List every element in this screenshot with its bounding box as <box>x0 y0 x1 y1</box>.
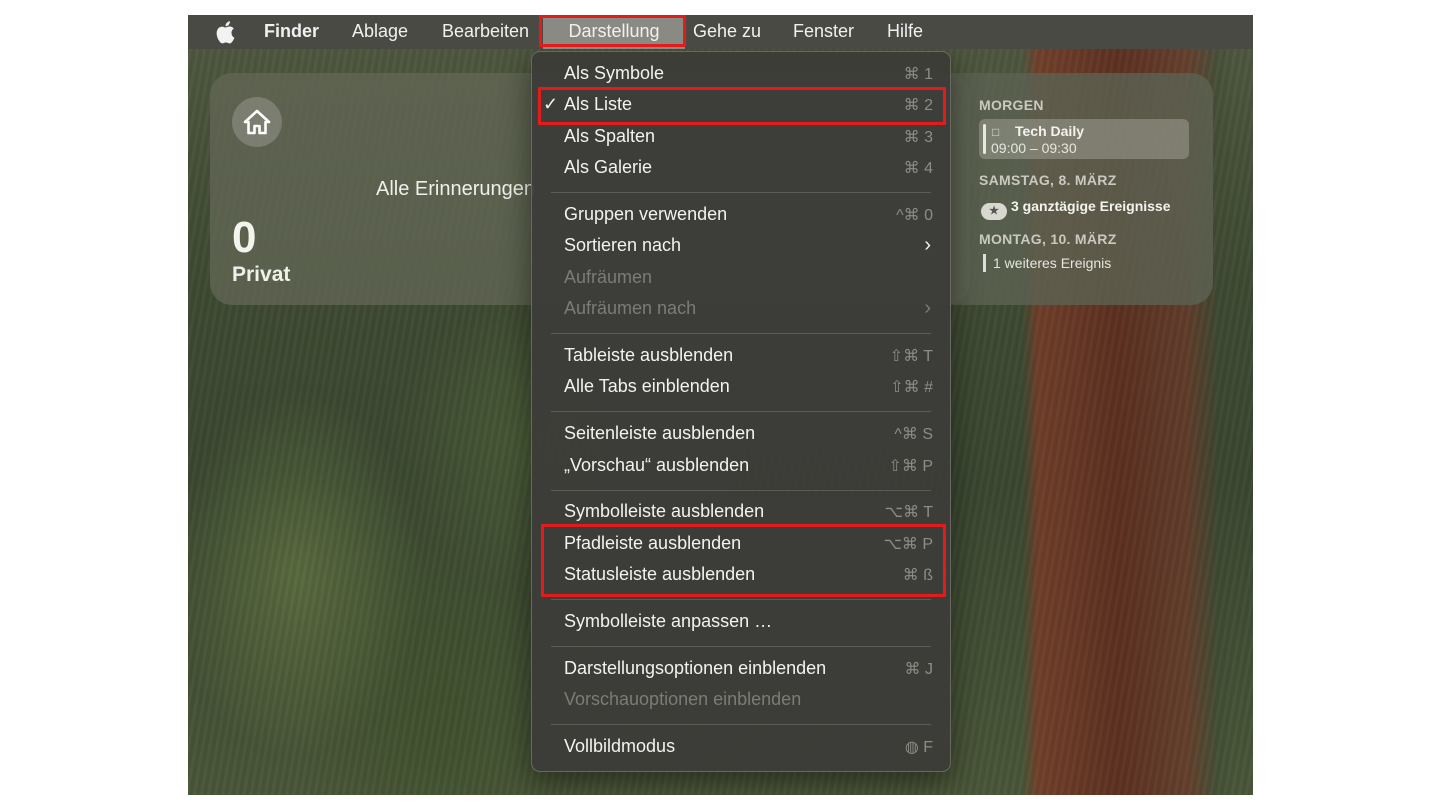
menu-item-label: Alle Tabs einblenden <box>564 376 730 396</box>
menu-item-tableiste-ausblenden[interactable]: Tableiste ausblenden ⇧⌘ T <box>532 342 950 373</box>
menu-separator <box>551 333 931 334</box>
menu-hilfe[interactable]: Hilfe <box>887 15 923 49</box>
home-icon <box>232 97 282 147</box>
menu-item-symbolleiste-anpassen[interactable]: Symbolleiste anpassen … <box>532 608 950 639</box>
menu-item-label: Vollbildmodus <box>564 736 676 756</box>
darstellung-highlight-box <box>539 15 686 47</box>
menu-item-label: Gruppen verwenden <box>564 204 728 224</box>
menu-item-alle-tabs-einblenden[interactable]: Alle Tabs einblenden ⇧⌘ # <box>532 373 950 404</box>
event-title: Tech Daily <box>1015 123 1084 139</box>
pfad-status-highlight-box <box>541 524 946 597</box>
menu-item-darstellungsoptionen-einblenden[interactable]: Darstellungsoptionen einblenden ⌘ J <box>532 655 950 686</box>
menu-item-shortcut: ^⌘ S <box>894 426 933 443</box>
menu-item-aufraeumen-nach: Aufräumen nach › <box>532 295 950 326</box>
menu-item-label: Seitenleiste ausblenden <box>564 423 756 443</box>
menu-item-shortcut: ⌥⌘ T <box>884 504 933 521</box>
menu-bar: Finder Ablage Bearbeiten Darstellung Geh… <box>188 15 1253 49</box>
chevron-right-icon: › <box>924 297 931 319</box>
event-color-bar <box>983 124 986 154</box>
menu-finder[interactable]: Finder <box>264 15 319 49</box>
menu-item-label: Sortieren nach <box>564 235 682 255</box>
als-liste-highlight-box <box>538 87 946 125</box>
menu-item-label: „Vorschau“ ausblenden <box>564 455 750 475</box>
allday-events[interactable]: ★ 3 ganztägige Ereignisse <box>981 198 1171 220</box>
menu-item-seitenleiste-ausblenden[interactable]: Seitenleiste ausblenden ^⌘ S <box>532 420 950 451</box>
allday-events-label: 3 ganztägige Ereignisse <box>1011 198 1171 214</box>
apple-menu-icon[interactable] <box>215 15 237 49</box>
menu-item-shortcut: ⇧⌘ # <box>890 379 933 396</box>
calendar-event[interactable]: □ Tech Daily 09:00 – 09:30 <box>979 119 1189 159</box>
menu-item-label: Aufräumen nach <box>564 298 697 318</box>
menu-separator <box>551 724 931 725</box>
menu-item-vollbildmodus[interactable]: Vollbildmodus ◍ F <box>532 733 950 764</box>
menu-separator <box>551 192 931 193</box>
calendar-day-tomorrow: MORGEN <box>979 97 1044 113</box>
menu-fenster[interactable]: Fenster <box>793 15 854 49</box>
calendar-day-monday: MONTAG, 10. MÄRZ <box>979 231 1117 247</box>
menu-item-shortcut: ⌘ 3 <box>903 129 933 146</box>
menu-item-label: Vorschauoptionen einblenden <box>564 689 802 709</box>
menu-item-shortcut: ⌘ 4 <box>903 160 933 177</box>
menu-bearbeiten[interactable]: Bearbeiten <box>442 15 529 49</box>
menu-item-shortcut: ⌘ J <box>904 661 933 678</box>
menu-ablage[interactable]: Ablage <box>352 15 408 49</box>
menu-item-shortcut: ⇧⌘ P <box>888 458 933 475</box>
menu-item-shortcut: ^⌘ 0 <box>896 207 933 224</box>
menu-separator <box>551 411 931 412</box>
desktop: Finder Ablage Bearbeiten Darstellung Geh… <box>188 15 1253 795</box>
menu-item-label: Aufräumen <box>564 267 653 287</box>
menu-item-label: Tableiste ausblenden <box>564 345 734 365</box>
menu-item-shortcut: ◍ F <box>904 739 933 756</box>
menu-item-label: Darstellungsoptionen einblenden <box>564 658 827 678</box>
menu-item-label: Symbolleiste anpassen … <box>564 611 773 631</box>
reminders-count: 0 <box>232 213 257 262</box>
menu-item-vorschau-ausblenden[interactable]: „Vorschau“ ausblenden ⇧⌘ P <box>532 452 950 483</box>
more-events[interactable]: 1 weiteres Ereignis <box>983 254 1111 272</box>
menu-item-vorschauoptionen-einblenden: Vorschauoptionen einblenden <box>532 686 950 717</box>
menu-item-aufraeumen: Aufräumen <box>532 264 950 295</box>
reminders-all-label: Alle Erinnerungen <box>376 178 535 200</box>
menu-gehe-zu[interactable]: Gehe zu <box>693 15 761 49</box>
menu-item-label: Als Symbole <box>564 63 665 83</box>
menu-item-als-spalten[interactable]: Als Spalten ⌘ 3 <box>532 123 950 154</box>
menu-item-sortieren-nach[interactable]: Sortieren nach › <box>532 232 950 263</box>
calendar-day-saturday: SAMSTAG, 8. MÄRZ <box>979 172 1117 188</box>
chevron-right-icon: › <box>924 234 931 256</box>
menu-item-als-galerie[interactable]: Als Galerie ⌘ 4 <box>532 154 950 185</box>
calendar-widget[interactable]: MORGEN □ Tech Daily 09:00 – 09:30 SAMSTA… <box>933 73 1213 305</box>
video-call-icon: □ <box>992 125 1000 139</box>
darstellung-menu: Als Symbole ⌘ 1 ✓ Als Liste ⌘ 2 Als Spal… <box>531 51 951 772</box>
allday-events-icon: ★ <box>981 203 1007 220</box>
menu-item-shortcut: ⇧⌘ T <box>889 348 933 365</box>
menu-separator <box>551 599 931 600</box>
menu-item-gruppen-verwenden[interactable]: Gruppen verwenden ^⌘ 0 <box>532 201 950 232</box>
menu-item-label: Als Spalten <box>564 126 656 146</box>
menu-item-label: Als Galerie <box>564 157 653 177</box>
menu-separator <box>551 490 931 491</box>
menu-item-label: Symbolleiste ausblenden <box>564 501 765 521</box>
menu-separator <box>551 646 931 647</box>
event-time: 09:00 – 09:30 <box>991 140 1077 156</box>
reminders-list-name: Privat <box>232 263 291 286</box>
menu-item-shortcut: ⌘ 1 <box>903 66 933 83</box>
